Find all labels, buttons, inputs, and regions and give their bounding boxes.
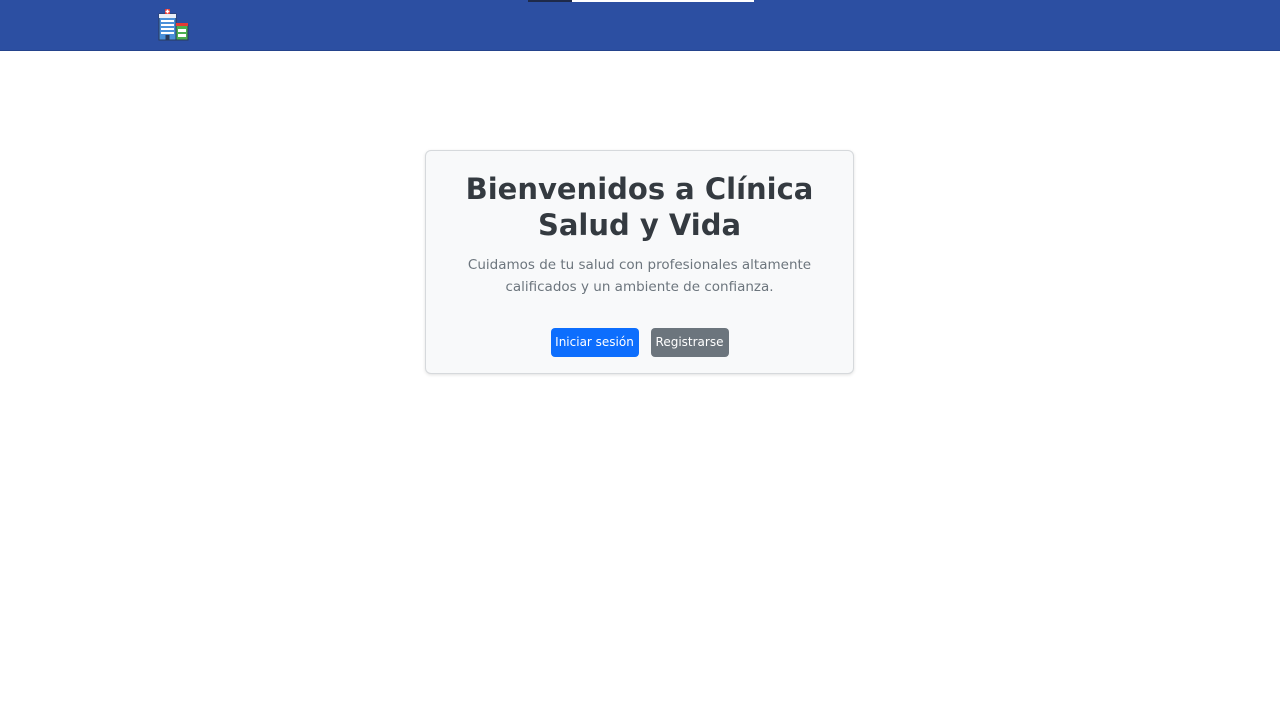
register-button[interactable]: Registrarse [650,328,729,357]
navbar [0,0,1280,51]
nav-top-strip-light [572,0,754,2]
welcome-description: Cuidamos de tu salud con profesionales a… [467,257,812,295]
login-button[interactable]: Iniciar sesión [550,328,639,357]
hospital-icon[interactable] [156,8,190,42]
nav-top-strip-dark [528,0,572,2]
welcome-title: Bienvenidos a Clínica Salud y Vida [465,172,814,242]
action-buttons: Iniciar sesión Registrarse [426,328,853,357]
welcome-card: Bienvenidos a Clínica Salud y Vida Cuida… [425,150,854,374]
